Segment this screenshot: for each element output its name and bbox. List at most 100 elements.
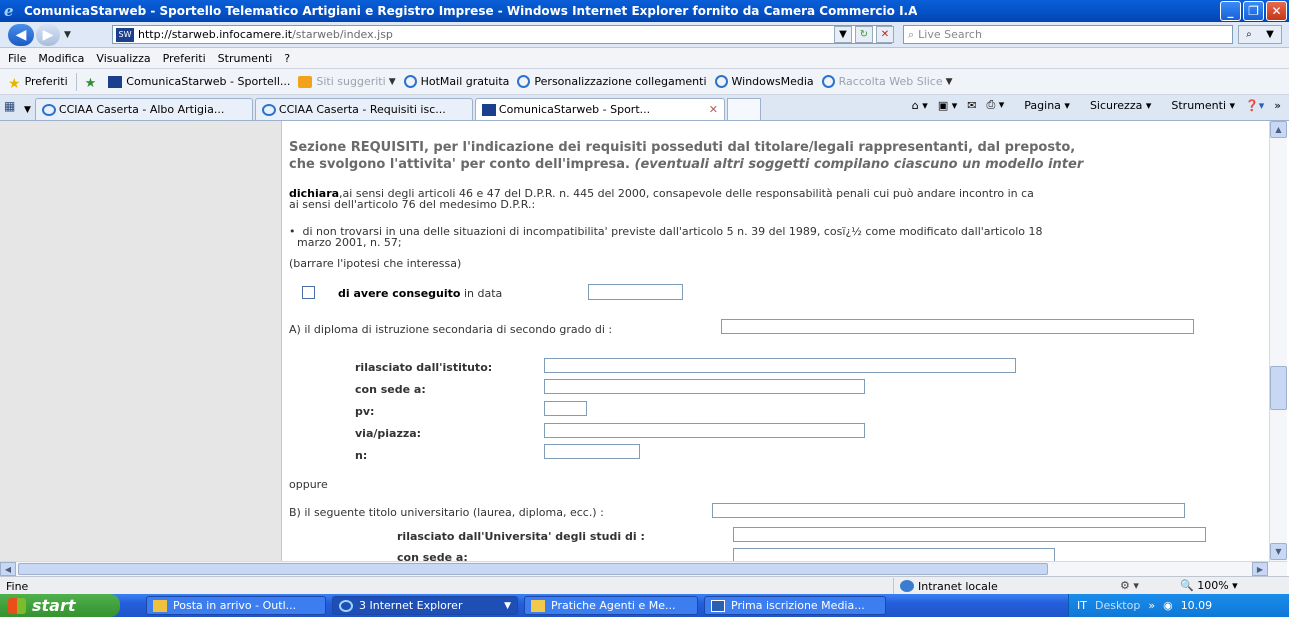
obtained-label: di avere conseguito in data [338, 288, 502, 299]
fav-item-hotmail[interactable]: HotMail gratuita [403, 75, 509, 88]
menu-modifica[interactable]: Modifica [38, 52, 84, 65]
bullet-text: di non trovarsi in una delle situazioni … [302, 225, 1043, 238]
protected-mode-icon[interactable]: ⚙ ▾ [1120, 579, 1139, 592]
add-favorite-button[interactable]: ★ [85, 76, 101, 91]
province-field[interactable] [544, 401, 587, 416]
bullet-item-cont: marzo 2001, n. 57; [297, 236, 402, 249]
taskbar-item-label: Posta in arrivo - Outl... [173, 599, 297, 612]
tray-expand-icon[interactable]: » [1148, 599, 1155, 612]
fav-item-comunicastarweb[interactable]: ComunicaStarweb - Sportell... [108, 75, 290, 88]
search-placeholder: Live Search [918, 28, 982, 41]
institute-field[interactable] [544, 358, 1016, 373]
fav-item-web-slice[interactable]: Raccolta Web Slice ▼ [821, 75, 953, 88]
history-dropdown-icon[interactable]: ▼ [64, 30, 71, 40]
zoom-control[interactable]: 🔍 100% ▾ [1180, 579, 1238, 592]
declaration-line2: ai sensi dell'articolo 76 del medesimo D… [289, 198, 536, 211]
menu-help[interactable]: ? [284, 52, 290, 65]
close-tab-icon[interactable]: ✕ [709, 103, 718, 116]
option-b-label: B) il seguente titolo universitario (lau… [289, 506, 604, 519]
desktop-toolbar[interactable]: Desktop [1095, 599, 1140, 612]
zoom-level: 100% [1197, 579, 1229, 592]
fav-item-label: WindowsMedia [731, 75, 814, 88]
mail-icon[interactable]: ✉ [967, 99, 976, 112]
quick-tabs-icon[interactable]: ▦ [4, 99, 24, 117]
obtained-bold: di avere conseguito [338, 287, 461, 300]
diploma-field[interactable] [721, 319, 1194, 334]
tab-list-dropdown-icon[interactable]: ▼ [24, 105, 31, 115]
menu-visualizza[interactable]: Visualizza [96, 52, 150, 65]
obtained-checkbox[interactable] [302, 286, 315, 299]
help-icon[interactable]: ❓▾ [1245, 99, 1264, 112]
section-title-line2: che svolgono l'attivita' per conto dell'… [289, 157, 630, 172]
minimize-button[interactable]: _ [1220, 1, 1241, 21]
city-field[interactable] [544, 379, 865, 394]
ie-icon [41, 103, 56, 116]
maximize-button[interactable]: ❐ [1243, 1, 1264, 21]
vertical-scroll-thumb[interactable] [1270, 366, 1287, 410]
page-menu-label: Pagina [1024, 98, 1061, 112]
taskbar-item-folder[interactable]: Pratiche Agenti e Me... [524, 596, 698, 615]
status-text: Fine [6, 580, 29, 593]
menu-strumenti[interactable]: Strumenti [218, 52, 273, 65]
back-button[interactable]: ◀ [8, 23, 34, 46]
search-button[interactable]: ⌕ ▼ [1238, 25, 1282, 44]
feeds-icon[interactable]: ▣ ▾ [938, 99, 957, 112]
url-field[interactable]: SW http://starweb.infocamere.it/starweb/… [112, 25, 892, 44]
scroll-left-icon[interactable]: ◀ [0, 562, 16, 576]
taskbar-item-outlook[interactable]: Posta in arrivo - Outl... [146, 596, 326, 615]
status-bar: Fine Intranet locale ⚙ ▾ 🔍 100% ▾ [0, 576, 1289, 594]
zone-label: Intranet locale [918, 579, 998, 593]
intranet-globe-icon [900, 580, 914, 592]
fav-item-suggested-sites[interactable]: Siti suggeriti ▼ [298, 75, 396, 88]
chevron-down-icon: ▼ [388, 76, 396, 87]
taskbar-item-label: 3 Internet Explorer [359, 599, 463, 612]
security-menu[interactable]: Sicurezza ▾ [1080, 99, 1151, 112]
date-field[interactable] [588, 284, 683, 300]
number-field[interactable] [544, 444, 640, 459]
favorites-button[interactable]: ★ Preferiti [8, 75, 68, 92]
search-options-dropdown-icon[interactable]: ▼ [1266, 29, 1274, 40]
horizontal-scrollbar[interactable]: ◀ ▶ [0, 561, 1287, 576]
language-indicator[interactable]: IT [1077, 599, 1087, 612]
tab-requisiti[interactable]: CCIAA Caserta - Requisiti isc... [254, 98, 473, 120]
search-input[interactable]: ⌕ Live Search [903, 25, 1233, 44]
start-button[interactable]: start [0, 594, 120, 617]
url-dropdown-icon[interactable]: ▼ [834, 26, 852, 43]
stop-button[interactable]: ✕ [876, 26, 894, 43]
university-city-field[interactable] [733, 548, 1055, 561]
refresh-button[interactable]: ↻ [855, 26, 873, 43]
tools-menu[interactable]: Strumenti ▾ [1161, 99, 1235, 112]
fav-item-label: Raccolta Web Slice [838, 75, 943, 88]
window-controls: _ ❐ ✕ [1220, 1, 1287, 21]
menu-file[interactable]: File [8, 52, 26, 65]
home-icon[interactable]: ⌂ ▾ [912, 99, 928, 112]
menu-bar: File Modifica Visualizza Preferiti Strum… [0, 48, 1289, 69]
ie-icon [261, 103, 276, 116]
tab-albo-artigiani[interactable]: CCIAA Caserta - Albo Artigia... [34, 98, 253, 120]
chevron-more-icon[interactable]: » [1274, 99, 1281, 112]
close-button[interactable]: ✕ [1266, 1, 1287, 21]
fav-item-windowsmedia[interactable]: WindowsMedia [714, 75, 814, 88]
url-path: /starweb/index.jsp [292, 28, 393, 41]
horizontal-scroll-thumb[interactable] [18, 563, 1048, 575]
scroll-down-icon[interactable]: ▼ [1270, 543, 1287, 560]
vertical-scrollbar[interactable]: ▲ ▼ [1269, 121, 1287, 561]
scroll-up-icon[interactable]: ▲ [1270, 121, 1287, 138]
page-menu[interactable]: Pagina ▾ [1014, 99, 1070, 112]
street-field[interactable] [544, 423, 865, 438]
scroll-right-icon[interactable]: ▶ [1252, 562, 1268, 576]
print-icon[interactable]: ⎙ ▾ [986, 98, 1004, 112]
new-tab-button[interactable] [726, 98, 761, 120]
ie-icon [403, 75, 417, 88]
taskbar-item-word[interactable]: Prima iscrizione Media... [704, 596, 886, 615]
ie-icon [821, 75, 835, 88]
taskbar-item-ie[interactable]: 3 Internet Explorer ▼ [332, 596, 518, 615]
magnifier-icon: ⌕ [1246, 29, 1252, 40]
ie-icon [339, 599, 353, 612]
tab-comunicastarweb[interactable]: ComunicaStarweb - Sport... ✕ [474, 98, 725, 120]
menu-preferiti[interactable]: Preferiti [163, 52, 206, 65]
university-degree-field[interactable] [712, 503, 1185, 518]
university-field[interactable] [733, 527, 1206, 542]
fav-item-personalizzazione[interactable]: Personalizzazione collegamenti [517, 75, 707, 88]
forward-button[interactable]: ▶ [36, 23, 60, 46]
